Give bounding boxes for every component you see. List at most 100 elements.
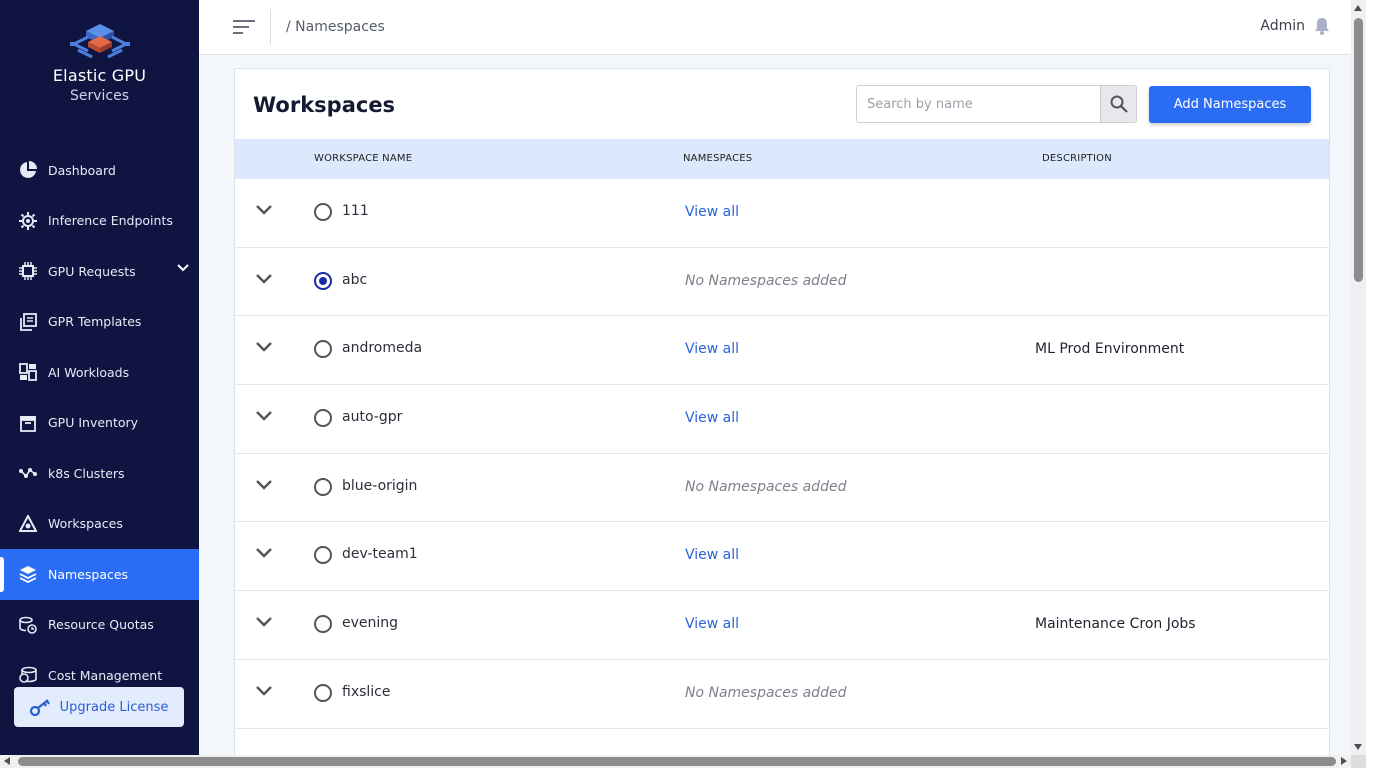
- view-all-link[interactable]: View all: [685, 616, 739, 632]
- table-body: 111 View all abc No Namespaces added and…: [235, 179, 1329, 729]
- horizontal-scrollbar[interactable]: [0, 755, 1351, 768]
- workspace-name: blue-origin: [342, 477, 418, 494]
- menu-toggle-icon[interactable]: [233, 19, 255, 35]
- sidebar-item-label: AI Workloads: [48, 364, 130, 380]
- table-row: blue-origin No Namespaces added: [235, 454, 1329, 523]
- copy-icon: [18, 312, 38, 332]
- sidebar-item-label: Dashboard: [48, 162, 116, 178]
- row-radio[interactable]: [314, 615, 332, 634]
- sidebar-item-k8s-clusters[interactable]: k8s Clusters: [0, 448, 199, 499]
- workspace-name: evening: [342, 615, 399, 632]
- pie-chart-icon: [18, 160, 38, 180]
- scroll-up-icon[interactable]: [1354, 5, 1362, 11]
- upgrade-license-label: Upgrade License: [59, 699, 169, 715]
- search-button[interactable]: [1100, 86, 1136, 122]
- scrollbar-thumb[interactable]: [1354, 18, 1363, 282]
- table-row: abc No Namespaces added: [235, 248, 1329, 317]
- grid-icon: [18, 362, 38, 382]
- sidebar-item-resource-quotas[interactable]: Resource Quotas: [0, 600, 199, 651]
- sidebar-item-gpr-templates[interactable]: GPR Templates: [0, 297, 199, 348]
- row-radio[interactable]: [314, 477, 332, 496]
- chevron-down-icon[interactable]: [177, 264, 189, 272]
- scroll-right-icon[interactable]: [1341, 757, 1347, 765]
- upgrade-license-button[interactable]: Upgrade License: [14, 687, 184, 727]
- brand-title: Elastic GPU: [52, 66, 147, 85]
- column-header-workspace-name[interactable]: WORKSPACE NAME: [314, 153, 412, 164]
- cpu-icon: [18, 261, 38, 281]
- chevron-down-icon[interactable]: [255, 547, 273, 559]
- sidebar-item-label: Namespaces: [48, 566, 129, 582]
- sidebar-item-workspaces[interactable]: Workspaces: [0, 499, 199, 550]
- chevron-down-icon[interactable]: [255, 204, 273, 216]
- sidebar-item-label: Resource Quotas: [48, 617, 154, 633]
- row-radio[interactable]: [314, 683, 332, 702]
- sidebar-item-ai-workloads[interactable]: AI Workloads: [0, 347, 199, 398]
- table-row: 111 View all: [235, 179, 1329, 248]
- sidebar-item-label: GPR Templates: [48, 314, 142, 330]
- row-divider: [235, 727, 661, 729]
- workspace-name: dev-team1: [342, 546, 418, 563]
- sidebar-item-inference-endpoints[interactable]: Inference Endpoints: [0, 196, 199, 247]
- view-all-link[interactable]: View all: [685, 547, 739, 563]
- sidebar-item-label: k8s Clusters: [48, 465, 125, 481]
- sidebar-item-namespaces[interactable]: Namespaces: [0, 549, 199, 600]
- no-namespaces-text: No Namespaces added: [685, 684, 847, 701]
- brand: Elastic GPU Services: [0, 20, 199, 104]
- row-radio[interactable]: [314, 546, 332, 565]
- scroll-down-icon[interactable]: [1354, 744, 1362, 750]
- scroll-left-icon[interactable]: [4, 757, 10, 765]
- scrollbar-corner: [1351, 755, 1366, 768]
- bell-icon[interactable]: [1313, 17, 1331, 35]
- user-menu[interactable]: Admin: [1260, 17, 1331, 35]
- view-all-link[interactable]: View all: [685, 341, 739, 357]
- workspace-name: auto-gpr: [342, 409, 403, 426]
- vertical-scrollbar[interactable]: [1351, 0, 1366, 755]
- key-icon: [29, 699, 50, 716]
- chevron-down-icon[interactable]: [255, 410, 273, 422]
- coins-icon: [18, 665, 38, 685]
- add-namespaces-button[interactable]: Add Namespaces: [1149, 86, 1311, 123]
- chevron-down-icon[interactable]: [255, 479, 273, 491]
- user-name: Admin: [1260, 18, 1305, 34]
- column-header-namespaces[interactable]: NAMESPACES: [683, 153, 752, 164]
- layers-icon: [18, 564, 38, 584]
- sidebar: Elastic GPU Services Dashboard Inference…: [0, 0, 199, 782]
- workspace-description: Maintenance Cron Jobs: [1035, 616, 1196, 633]
- gear-chip-icon: [18, 211, 38, 231]
- top-header: / Namespaces Admin: [199, 0, 1351, 55]
- scrollbar-thumb[interactable]: [18, 757, 1336, 766]
- nodes-icon: [18, 463, 38, 483]
- page-title: Workspaces: [253, 93, 396, 117]
- sidebar-item-gpu-inventory[interactable]: GPU Inventory: [0, 398, 199, 449]
- quota-icon: [18, 615, 38, 635]
- header-divider: [270, 9, 271, 45]
- sidebar-item-gpu-requests[interactable]: GPU Requests: [0, 246, 199, 297]
- archive-icon: [18, 413, 38, 433]
- table-row: auto-gpr View all: [235, 385, 1329, 454]
- sidebar-item-dashboard[interactable]: Dashboard: [0, 145, 199, 196]
- table-header: WORKSPACE NAME NAMESPACES DESCRIPTION: [235, 139, 1329, 179]
- window-margin: [0, 768, 1398, 782]
- chevron-down-icon[interactable]: [255, 616, 273, 628]
- chevron-down-icon[interactable]: [255, 685, 273, 697]
- row-radio[interactable]: [314, 340, 332, 359]
- chevron-down-icon[interactable]: [255, 341, 273, 353]
- view-all-link[interactable]: View all: [685, 410, 739, 426]
- workspace-icon: [18, 514, 38, 534]
- brand-subtitle: Services: [69, 88, 130, 104]
- chevron-down-icon[interactable]: [255, 273, 273, 285]
- column-header-description[interactable]: DESCRIPTION: [1042, 153, 1112, 164]
- table-row: dev-team1 View all: [235, 522, 1329, 592]
- row-radio[interactable]: [314, 409, 332, 428]
- row-radio[interactable]: [314, 203, 332, 221]
- search-input[interactable]: [857, 86, 1100, 122]
- sidebar-item-label: GPU Inventory: [48, 415, 139, 431]
- workspace-name: 111: [342, 203, 369, 219]
- table-row: andromeda View all ML Prod Environment: [235, 316, 1329, 386]
- row-radio[interactable]: [314, 271, 332, 290]
- workspace-name: abc: [342, 271, 368, 288]
- workspaces-card: Workspaces Add Namespaces WORKSPACE NAME…: [234, 68, 1330, 768]
- no-namespaces-text: No Namespaces added: [685, 478, 847, 495]
- sidebar-item-label: Cost Management: [48, 667, 163, 683]
- view-all-link[interactable]: View all: [685, 204, 739, 220]
